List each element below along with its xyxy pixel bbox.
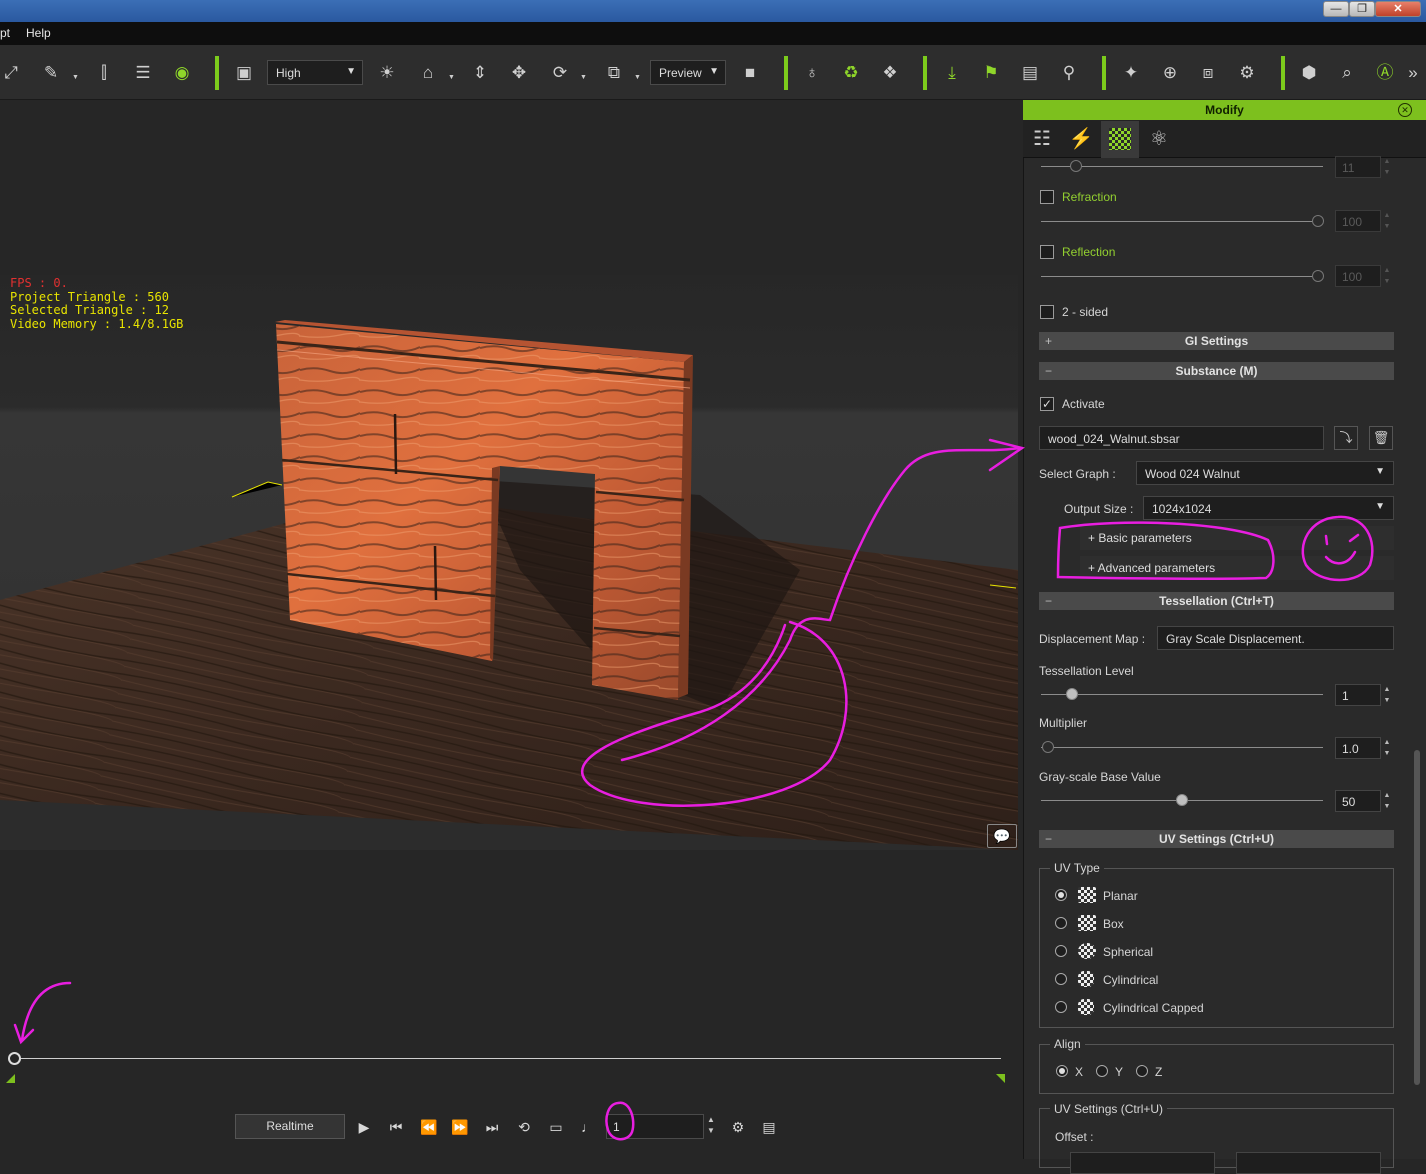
smiley-face-annotation xyxy=(1301,515,1374,582)
annotation-overlay xyxy=(13,438,1374,1141)
frame-circle-annotation xyxy=(605,1101,635,1141)
arrow-to-file-field-annotation xyxy=(581,438,1025,807)
parameters-box-annotation xyxy=(1056,521,1275,581)
playhead-arrow-annotation xyxy=(13,981,72,1045)
